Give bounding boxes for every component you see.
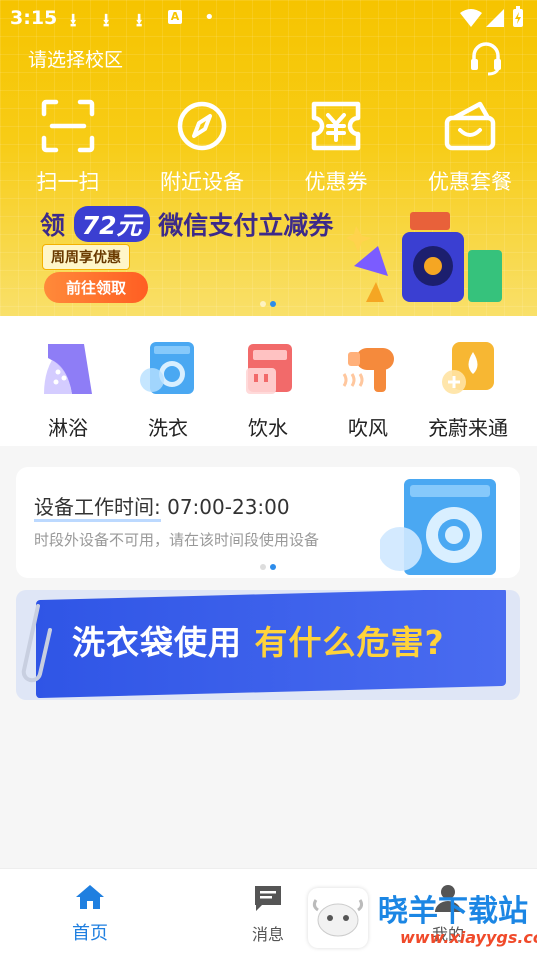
article-title: 洗衣袋使用 有什么危害? <box>72 616 445 664</box>
tab-label: 消息 <box>251 925 284 944</box>
campus-selector[interactable]: 请选择校区 <box>28 45 123 72</box>
article-banner[interactable]: 洗衣袋使用 有什么危害? <box>16 590 520 700</box>
download-icon: ⭳ <box>103 10 110 31</box>
message-icon <box>255 886 281 911</box>
water-dispenser-icon <box>246 344 292 394</box>
home-icon <box>76 885 104 909</box>
sheep-logo-icon <box>312 899 364 937</box>
shower-icon <box>44 344 92 394</box>
category-laundry[interactable]: 洗衣 <box>118 338 218 441</box>
category-shower[interactable]: 淋浴 <box>18 338 118 441</box>
promo-title: 领 72元 微信支付立减券 <box>40 206 333 242</box>
working-hours-card[interactable]: 设备工作时间: 07:00-23:00 时段外设备不可用，请在该时间段使用设备 <box>16 467 520 578</box>
article-title-highlight: 有什么危害? <box>254 623 445 662</box>
quick-action-coupon[interactable]: 优惠券 <box>276 98 396 196</box>
compass-icon <box>177 101 227 151</box>
working-hours-title: 设备工作时间: 07:00-23:00 <box>34 491 290 522</box>
claim-button[interactable]: 前往领取 <box>44 272 149 303</box>
washer-illustration-icon <box>380 479 496 575</box>
hair-dryer-icon <box>342 348 394 392</box>
category-label: 饮水 <box>248 416 288 440</box>
recharge-icon <box>442 342 494 394</box>
tab-messages[interactable]: 消息 <box>218 883 318 945</box>
watermark-name: 晓羊下载站 <box>378 894 528 929</box>
coupon-icon <box>311 101 361 151</box>
page-dot <box>260 564 266 570</box>
download-icon: ⭳ <box>136 10 143 31</box>
signal-icon <box>486 9 504 27</box>
page-dot <box>260 301 266 307</box>
category-recharge[interactable]: 充蔚来通 <box>418 338 518 441</box>
status-bar: 3:15 ⭳ ⭳ ⭳ A • <box>0 0 537 36</box>
notice-pagination <box>258 555 278 574</box>
promo-suffix: 微信支付立减券 <box>158 211 334 240</box>
banner-pagination <box>258 292 278 311</box>
working-hours-value: 07:00-23:00 <box>167 495 290 519</box>
category-label: 充蔚来通 <box>428 416 508 440</box>
category-water[interactable]: 饮水 <box>218 338 318 441</box>
promo-illustration-icon <box>346 212 502 302</box>
promo-prefix: 领 <box>40 211 66 240</box>
working-hours-label: 设备工作时间: <box>34 495 161 522</box>
hero-header: 3:15 ⭳ ⭳ ⭳ A • 请选择校区 扫一扫 附近设备 优惠券 优惠套餐 领… <box>0 0 537 316</box>
promo-amount: 72元 <box>73 206 150 242</box>
quick-action-package[interactable]: 优惠套餐 <box>410 98 530 196</box>
download-icon: ⭳ <box>70 10 77 31</box>
quick-action-label: 扫一扫 <box>36 170 100 194</box>
category-label: 淋浴 <box>48 416 88 440</box>
page-dot-active <box>270 564 276 570</box>
watermark-logo <box>308 888 368 948</box>
category-label: 洗衣 <box>148 416 188 440</box>
watermark: 晓羊下载站 www.xiayygs.com <box>308 886 537 956</box>
scan-icon <box>41 99 95 153</box>
tab-label: 首页 <box>72 923 108 944</box>
status-time: 3:15 <box>10 7 58 29</box>
notification-dot: • <box>204 7 215 28</box>
quick-action-nearby[interactable]: 附近设备 <box>142 98 262 196</box>
article-title-main: 洗衣袋使用 <box>72 623 242 662</box>
category-grid: 淋浴 洗衣 饮水 吹风 充蔚来通 <box>0 316 537 446</box>
tab-home[interactable]: 首页 <box>40 883 140 945</box>
battery-icon <box>513 6 523 27</box>
wifi-icon <box>460 9 482 27</box>
page-dot-active <box>270 301 276 307</box>
category-label: 吹风 <box>348 416 388 440</box>
quick-action-label: 优惠套餐 <box>428 170 512 194</box>
category-hairdryer[interactable]: 吹风 <box>318 338 418 441</box>
headset-icon[interactable] <box>468 40 504 76</box>
quick-action-scan[interactable]: 扫一扫 <box>8 98 128 196</box>
paperclip-icon <box>21 604 52 683</box>
quick-action-label: 优惠券 <box>304 170 368 194</box>
watermark-url: www.xiayygs.com <box>400 928 537 947</box>
promo-weekly-tag: 周周享优惠 <box>42 244 130 270</box>
working-hours-note: 时段外设备不可用，请在该时间段使用设备 <box>34 531 320 549</box>
package-icon <box>444 101 496 151</box>
app-notification-icon: A <box>168 10 182 24</box>
quick-action-label: 附近设备 <box>160 170 244 194</box>
washer-icon <box>140 342 194 394</box>
